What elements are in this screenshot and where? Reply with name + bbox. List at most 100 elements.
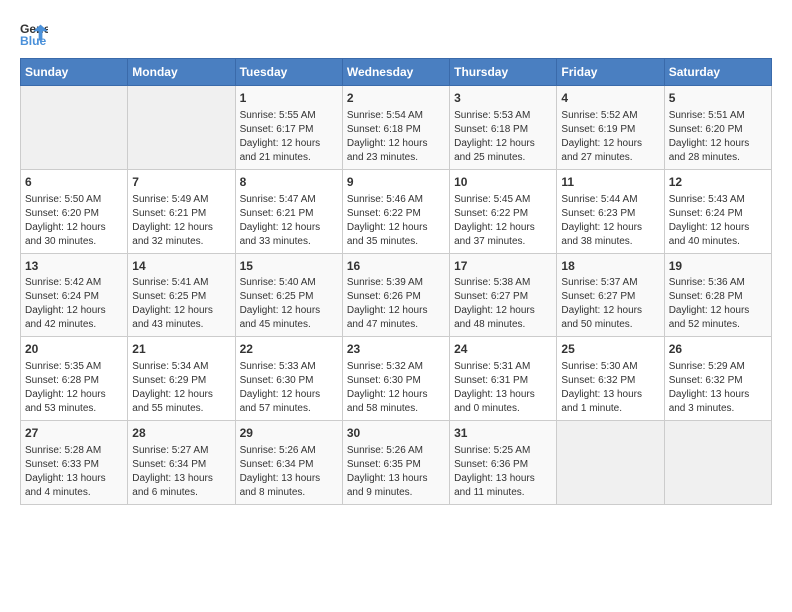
day-info: Sunrise: 5:39 AM Sunset: 6:26 PM Dayligh… bbox=[347, 276, 445, 332]
day-info: Sunrise: 5:35 AM Sunset: 6:28 PM Dayligh… bbox=[25, 360, 123, 416]
calendar-cell: 14Sunrise: 5:41 AM Sunset: 6:25 PM Dayli… bbox=[128, 253, 235, 337]
day-info: Sunrise: 5:33 AM Sunset: 6:30 PM Dayligh… bbox=[240, 360, 338, 416]
calendar-cell: 1 Sunrise: 5:55 AM Sunset: 6:17 PM Daylig… bbox=[235, 86, 342, 170]
day-number: 5 bbox=[669, 90, 767, 107]
calendar-cell: 7 Sunrise: 5:49 AM Sunset: 6:21 PM Daylig… bbox=[128, 169, 235, 253]
day-number: 15 bbox=[240, 258, 338, 275]
day-number: 21 bbox=[132, 341, 230, 358]
calendar-cell: 2 Sunrise: 5:54 AM Sunset: 6:18 PM Daylig… bbox=[342, 86, 449, 170]
day-info: Sunrise: 5:49 AM Sunset: 6:21 PM Dayligh… bbox=[132, 193, 230, 249]
day-info: Sunrise: 5:31 AM Sunset: 6:31 PM Dayligh… bbox=[454, 360, 552, 416]
calendar-cell: 30Sunrise: 5:26 AM Sunset: 6:35 PM Dayli… bbox=[342, 421, 449, 505]
day-info: Sunrise: 5:25 AM Sunset: 6:36 PM Dayligh… bbox=[454, 444, 552, 500]
calendar-cell bbox=[557, 421, 664, 505]
day-info: Sunrise: 5:32 AM Sunset: 6:30 PM Dayligh… bbox=[347, 360, 445, 416]
calendar-cell: 27 Sunrise: 5:28 AM Sunset: 6:33 PM Dayli… bbox=[21, 421, 128, 505]
calendar-cell bbox=[664, 421, 771, 505]
day-number: 28 bbox=[132, 425, 230, 442]
day-info: Sunrise: 5:26 AM Sunset: 6:34 PM Dayligh… bbox=[240, 444, 338, 500]
days-header-row: SundayMondayTuesdayWednesdayThursdayFrid… bbox=[21, 59, 772, 86]
day-number: 30 bbox=[347, 425, 445, 442]
day-number: 17 bbox=[454, 258, 552, 275]
calendar-week-row: 6 Sunrise: 5:50 AM Sunset: 6:20 PM Daylig… bbox=[21, 169, 772, 253]
day-info: Sunrise: 5:54 AM Sunset: 6:18 PM Dayligh… bbox=[347, 109, 445, 165]
day-info: Sunrise: 5:42 AM Sunset: 6:24 PM Dayligh… bbox=[25, 276, 123, 332]
day-of-week-header: Saturday bbox=[664, 59, 771, 86]
day-info: Sunrise: 5:47 AM Sunset: 6:21 PM Dayligh… bbox=[240, 193, 338, 249]
day-number: 1 bbox=[240, 90, 338, 107]
day-number: 3 bbox=[454, 90, 552, 107]
day-number: 18 bbox=[561, 258, 659, 275]
day-info: Sunrise: 5:28 AM Sunset: 6:33 PM Dayligh… bbox=[25, 444, 123, 500]
day-info: Sunrise: 5:46 AM Sunset: 6:22 PM Dayligh… bbox=[347, 193, 445, 249]
calendar-cell bbox=[128, 86, 235, 170]
calendar-cell: 4 Sunrise: 5:52 AM Sunset: 6:19 PM Daylig… bbox=[557, 86, 664, 170]
day-number: 26 bbox=[669, 341, 767, 358]
calendar-cell: 24Sunrise: 5:31 AM Sunset: 6:31 PM Dayli… bbox=[450, 337, 557, 421]
day-of-week-header: Friday bbox=[557, 59, 664, 86]
day-number: 22 bbox=[240, 341, 338, 358]
calendar-week-row: 13Sunrise: 5:42 AM Sunset: 6:24 PM Dayli… bbox=[21, 253, 772, 337]
calendar-cell: 18Sunrise: 5:37 AM Sunset: 6:27 PM Dayli… bbox=[557, 253, 664, 337]
day-of-week-header: Monday bbox=[128, 59, 235, 86]
calendar-cell: 10Sunrise: 5:45 AM Sunset: 6:22 PM Dayli… bbox=[450, 169, 557, 253]
day-of-week-header: Thursday bbox=[450, 59, 557, 86]
calendar-cell: 6 Sunrise: 5:50 AM Sunset: 6:20 PM Daylig… bbox=[21, 169, 128, 253]
calendar-cell: 9 Sunrise: 5:46 AM Sunset: 6:22 PM Daylig… bbox=[342, 169, 449, 253]
day-number: 6 bbox=[25, 174, 123, 191]
calendar-week-row: 1 Sunrise: 5:55 AM Sunset: 6:17 PM Daylig… bbox=[21, 86, 772, 170]
calendar-cell: 5 Sunrise: 5:51 AM Sunset: 6:20 PM Daylig… bbox=[664, 86, 771, 170]
calendar-cell: 20 Sunrise: 5:35 AM Sunset: 6:28 PM Dayli… bbox=[21, 337, 128, 421]
day-number: 9 bbox=[347, 174, 445, 191]
calendar-cell: 8 Sunrise: 5:47 AM Sunset: 6:21 PM Daylig… bbox=[235, 169, 342, 253]
day-info: Sunrise: 5:44 AM Sunset: 6:23 PM Dayligh… bbox=[561, 193, 659, 249]
calendar-cell: 19Sunrise: 5:36 AM Sunset: 6:28 PM Dayli… bbox=[664, 253, 771, 337]
calendar-cell: 28 Sunrise: 5:27 AM Sunset: 6:34 PM Dayli… bbox=[128, 421, 235, 505]
logo: General Blue bbox=[20, 20, 48, 48]
day-number: 2 bbox=[347, 90, 445, 107]
day-info: Sunrise: 5:55 AM Sunset: 6:17 PM Dayligh… bbox=[240, 109, 338, 165]
svg-text:Blue: Blue bbox=[20, 34, 47, 48]
calendar-cell: 13Sunrise: 5:42 AM Sunset: 6:24 PM Dayli… bbox=[21, 253, 128, 337]
day-info: Sunrise: 5:40 AM Sunset: 6:25 PM Dayligh… bbox=[240, 276, 338, 332]
calendar-cell: 11 Sunrise: 5:44 AM Sunset: 6:23 PM Dayli… bbox=[557, 169, 664, 253]
day-number: 27 bbox=[25, 425, 123, 442]
calendar-cell: 3 Sunrise: 5:53 AM Sunset: 6:18 PM Daylig… bbox=[450, 86, 557, 170]
day-info: Sunrise: 5:52 AM Sunset: 6:19 PM Dayligh… bbox=[561, 109, 659, 165]
day-info: Sunrise: 5:50 AM Sunset: 6:20 PM Dayligh… bbox=[25, 193, 123, 249]
day-number: 29 bbox=[240, 425, 338, 442]
day-info: Sunrise: 5:36 AM Sunset: 6:28 PM Dayligh… bbox=[669, 276, 767, 332]
calendar-cell: 12Sunrise: 5:43 AM Sunset: 6:24 PM Dayli… bbox=[664, 169, 771, 253]
day-info: Sunrise: 5:45 AM Sunset: 6:22 PM Dayligh… bbox=[454, 193, 552, 249]
day-info: Sunrise: 5:37 AM Sunset: 6:27 PM Dayligh… bbox=[561, 276, 659, 332]
day-info: Sunrise: 5:27 AM Sunset: 6:34 PM Dayligh… bbox=[132, 444, 230, 500]
day-of-week-header: Wednesday bbox=[342, 59, 449, 86]
day-number: 11 bbox=[561, 174, 659, 191]
calendar-cell: 17Sunrise: 5:38 AM Sunset: 6:27 PM Dayli… bbox=[450, 253, 557, 337]
day-info: Sunrise: 5:53 AM Sunset: 6:18 PM Dayligh… bbox=[454, 109, 552, 165]
day-number: 7 bbox=[132, 174, 230, 191]
page-header: General Blue bbox=[20, 20, 772, 48]
calendar-cell: 26 Sunrise: 5:29 AM Sunset: 6:32 PM Dayli… bbox=[664, 337, 771, 421]
calendar-cell: 15Sunrise: 5:40 AM Sunset: 6:25 PM Dayli… bbox=[235, 253, 342, 337]
calendar-table: SundayMondayTuesdayWednesdayThursdayFrid… bbox=[20, 58, 772, 505]
day-info: Sunrise: 5:38 AM Sunset: 6:27 PM Dayligh… bbox=[454, 276, 552, 332]
day-number: 14 bbox=[132, 258, 230, 275]
calendar-cell: 25Sunrise: 5:30 AM Sunset: 6:32 PM Dayli… bbox=[557, 337, 664, 421]
calendar-week-row: 20 Sunrise: 5:35 AM Sunset: 6:28 PM Dayli… bbox=[21, 337, 772, 421]
calendar-cell bbox=[21, 86, 128, 170]
day-info: Sunrise: 5:41 AM Sunset: 6:25 PM Dayligh… bbox=[132, 276, 230, 332]
day-info: Sunrise: 5:43 AM Sunset: 6:24 PM Dayligh… bbox=[669, 193, 767, 249]
day-info: Sunrise: 5:51 AM Sunset: 6:20 PM Dayligh… bbox=[669, 109, 767, 165]
calendar-week-row: 27 Sunrise: 5:28 AM Sunset: 6:33 PM Dayli… bbox=[21, 421, 772, 505]
day-number: 13 bbox=[25, 258, 123, 275]
day-number: 23 bbox=[347, 341, 445, 358]
calendar-cell: 31 Sunrise: 5:25 AM Sunset: 6:36 PM Dayli… bbox=[450, 421, 557, 505]
day-number: 4 bbox=[561, 90, 659, 107]
day-number: 20 bbox=[25, 341, 123, 358]
day-number: 8 bbox=[240, 174, 338, 191]
calendar-cell: 29 Sunrise: 5:26 AM Sunset: 6:34 PM Dayli… bbox=[235, 421, 342, 505]
day-info: Sunrise: 5:29 AM Sunset: 6:32 PM Dayligh… bbox=[669, 360, 767, 416]
day-number: 31 bbox=[454, 425, 552, 442]
day-number: 19 bbox=[669, 258, 767, 275]
